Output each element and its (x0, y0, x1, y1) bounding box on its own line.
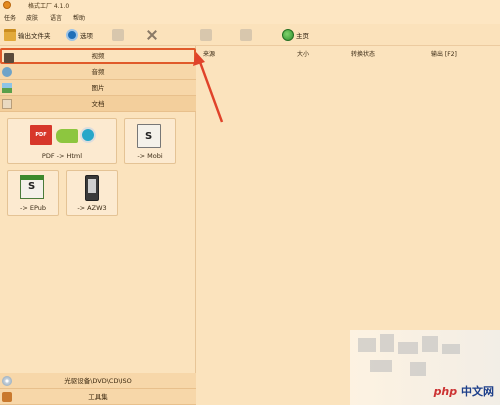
watermark: php 中文网 (350, 330, 500, 405)
watermark-text: php 中文网 (434, 383, 494, 399)
arrow-head (193, 52, 205, 66)
arrow-shaft (198, 61, 224, 123)
watermark-php: php (433, 385, 458, 398)
watermark-site: 中文网 (461, 385, 494, 398)
